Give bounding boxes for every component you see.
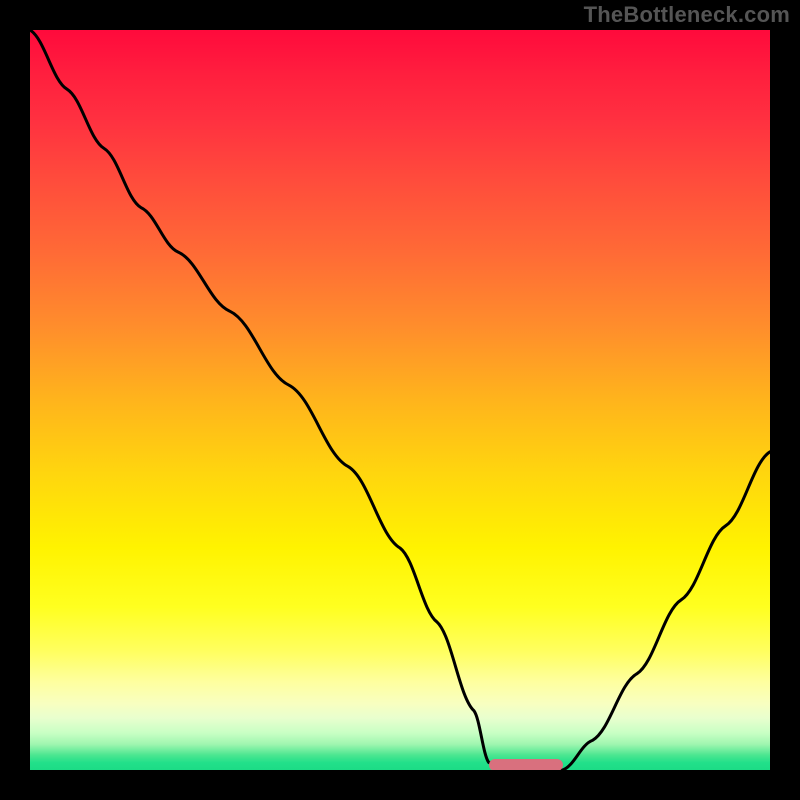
- chart-frame: TheBottleneck.com: [0, 0, 800, 800]
- optimal-range-marker: [489, 759, 563, 770]
- watermark-text: TheBottleneck.com: [584, 2, 790, 28]
- bottleneck-curve: [30, 30, 770, 770]
- plot-area: [30, 30, 770, 770]
